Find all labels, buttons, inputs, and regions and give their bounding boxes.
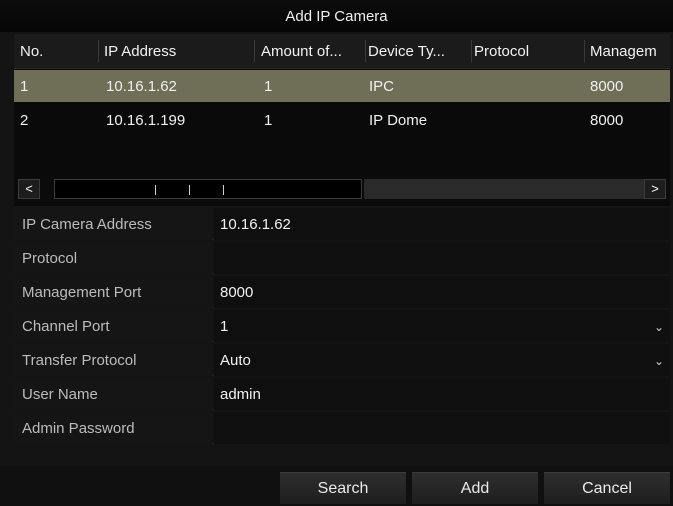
cell-no: 1 bbox=[20, 78, 29, 95]
table-row[interactable]: 2 10.16.1.199 1 IP Dome 8000 bbox=[14, 104, 670, 136]
column-header-ip-address[interactable]: IP Address bbox=[104, 34, 254, 68]
chevron-left-icon: < bbox=[25, 181, 33, 196]
user-name-input[interactable]: admin bbox=[214, 378, 670, 410]
cell-ip-address: 10.16.1.62 bbox=[106, 78, 177, 95]
management-port-label: Management Port bbox=[14, 276, 212, 308]
scrollbar-thumb[interactable] bbox=[54, 179, 362, 199]
scroll-right-button[interactable]: > bbox=[644, 179, 666, 199]
field-row: IP Camera Address 10.16.1.62 bbox=[14, 208, 670, 240]
column-divider[interactable] bbox=[254, 40, 255, 62]
column-header-amount[interactable]: Amount of... bbox=[261, 34, 365, 68]
cell-device-type: IP Dome bbox=[369, 112, 428, 129]
user-name-label: User Name bbox=[14, 378, 212, 410]
field-row: Management Port 8000 bbox=[14, 276, 670, 308]
admin-password-label: Admin Password bbox=[14, 412, 212, 444]
management-port-input[interactable]: 8000 bbox=[214, 276, 670, 308]
table-header: No. IP Address Amount of... Device Ty...… bbox=[14, 34, 670, 69]
transfer-protocol-label: Transfer Protocol bbox=[14, 344, 212, 376]
column-header-device-type[interactable]: Device Ty... bbox=[368, 34, 472, 68]
thumb-grip bbox=[189, 185, 190, 195]
field-row: Channel Port 1 ⌄ bbox=[14, 310, 670, 342]
camera-table: No. IP Address Amount of... Device Ty...… bbox=[14, 34, 670, 206]
horizontal-scrollbar[interactable]: < > bbox=[14, 176, 670, 202]
table-row[interactable]: 1 10.16.1.62 1 IPC 8000 bbox=[14, 70, 670, 102]
dialog-footer: Search Add Cancel bbox=[0, 466, 673, 506]
cell-amount: 1 bbox=[264, 112, 273, 129]
chevron-down-icon[interactable]: ⌄ bbox=[654, 310, 664, 344]
scrollbar-track[interactable] bbox=[364, 179, 644, 199]
channel-port-value: 1 bbox=[220, 318, 229, 335]
column-divider[interactable] bbox=[365, 40, 366, 62]
field-row: Protocol bbox=[14, 242, 670, 274]
column-divider[interactable] bbox=[471, 40, 472, 62]
cell-ip-address: 10.16.1.199 bbox=[106, 112, 186, 129]
column-header-protocol[interactable]: Protocol bbox=[474, 34, 584, 68]
scroll-left-button[interactable]: < bbox=[18, 179, 40, 199]
thumb-grip bbox=[155, 185, 156, 195]
field-row: Admin Password bbox=[14, 412, 670, 444]
field-row: User Name admin bbox=[14, 378, 670, 410]
cancel-button[interactable]: Cancel bbox=[544, 472, 670, 504]
search-button[interactable]: Search bbox=[280, 472, 406, 504]
cell-no: 2 bbox=[20, 112, 29, 129]
channel-port-label: Channel Port bbox=[14, 310, 212, 342]
transfer-protocol-select[interactable]: Auto ⌄ bbox=[214, 344, 670, 376]
chevron-right-icon: > bbox=[651, 181, 659, 196]
cell-management-port: 8000 bbox=[590, 78, 624, 95]
cell-device-type: IPC bbox=[369, 78, 395, 95]
thumb-grip bbox=[223, 185, 224, 195]
ip-camera-address-input[interactable]: 10.16.1.62 bbox=[214, 208, 670, 240]
column-divider[interactable] bbox=[584, 40, 585, 62]
column-header-no[interactable]: No. bbox=[20, 34, 100, 68]
column-divider[interactable] bbox=[98, 40, 99, 62]
channel-port-select[interactable]: 1 ⌄ bbox=[214, 310, 670, 342]
add-button[interactable]: Add bbox=[412, 472, 538, 504]
cell-amount: 1 bbox=[264, 78, 273, 95]
add-ip-camera-dialog: Add IP Camera No. IP Address Amount of..… bbox=[0, 0, 673, 506]
admin-password-input[interactable] bbox=[214, 412, 670, 444]
chevron-down-icon[interactable]: ⌄ bbox=[654, 344, 664, 378]
column-header-management-port[interactable]: Managem bbox=[590, 34, 670, 68]
protocol-field[interactable] bbox=[214, 242, 670, 274]
ip-camera-address-label: IP Camera Address bbox=[14, 208, 212, 240]
dialog-title: Add IP Camera bbox=[0, 0, 673, 32]
transfer-protocol-value: Auto bbox=[220, 352, 251, 369]
field-row: Transfer Protocol Auto ⌄ bbox=[14, 344, 670, 376]
protocol-label: Protocol bbox=[14, 242, 212, 274]
cell-management-port: 8000 bbox=[590, 112, 624, 129]
